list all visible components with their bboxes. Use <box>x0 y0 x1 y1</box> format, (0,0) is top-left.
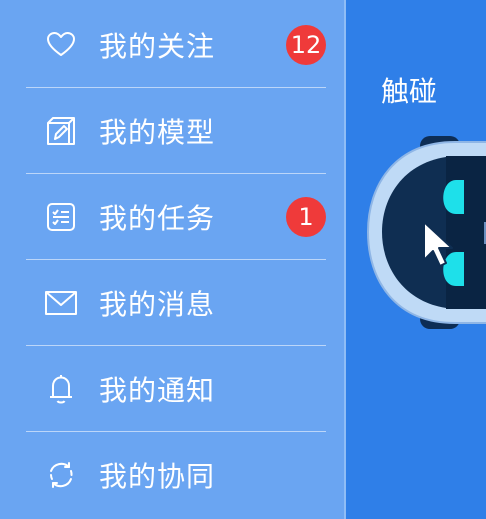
bell-icon <box>44 372 78 406</box>
model-edit-icon <box>44 114 78 148</box>
menu-item-following[interactable]: 我的关注 12 <box>0 2 346 88</box>
menu-item-label: 我的消息 <box>99 288 216 321</box>
menu-item-label: 我的任务 <box>99 202 216 235</box>
touch-label: 触碰 <box>381 75 438 108</box>
task-list-icon <box>44 200 78 234</box>
menu-item-label: 我的关注 <box>99 30 216 63</box>
menu-item-collaboration[interactable]: 我的协同 <box>0 432 346 518</box>
unread-badge: 1 <box>286 197 326 237</box>
touch-button[interactable] <box>360 130 486 335</box>
menu-item-models[interactable]: 我的模型 <box>0 88 346 174</box>
menu-item-tasks[interactable]: 我的任务 1 <box>0 174 346 260</box>
menu-item-messages[interactable]: 我的消息 <box>0 260 346 346</box>
mail-icon <box>44 286 78 320</box>
side-menu: 我的关注 12 我的模型 我的任务 1 我的消息 我的通知 我的协同 <box>0 0 346 519</box>
menu-item-label: 我的模型 <box>99 116 216 149</box>
menu-item-notifications[interactable]: 我的通知 <box>0 346 346 432</box>
collaboration-icon <box>44 458 78 492</box>
menu-item-label: 我的协同 <box>99 460 216 493</box>
menu-item-label: 我的通知 <box>99 374 216 407</box>
mascot-pointer-icon <box>366 136 486 329</box>
unread-badge: 12 <box>286 25 326 65</box>
heart-icon <box>44 28 78 62</box>
